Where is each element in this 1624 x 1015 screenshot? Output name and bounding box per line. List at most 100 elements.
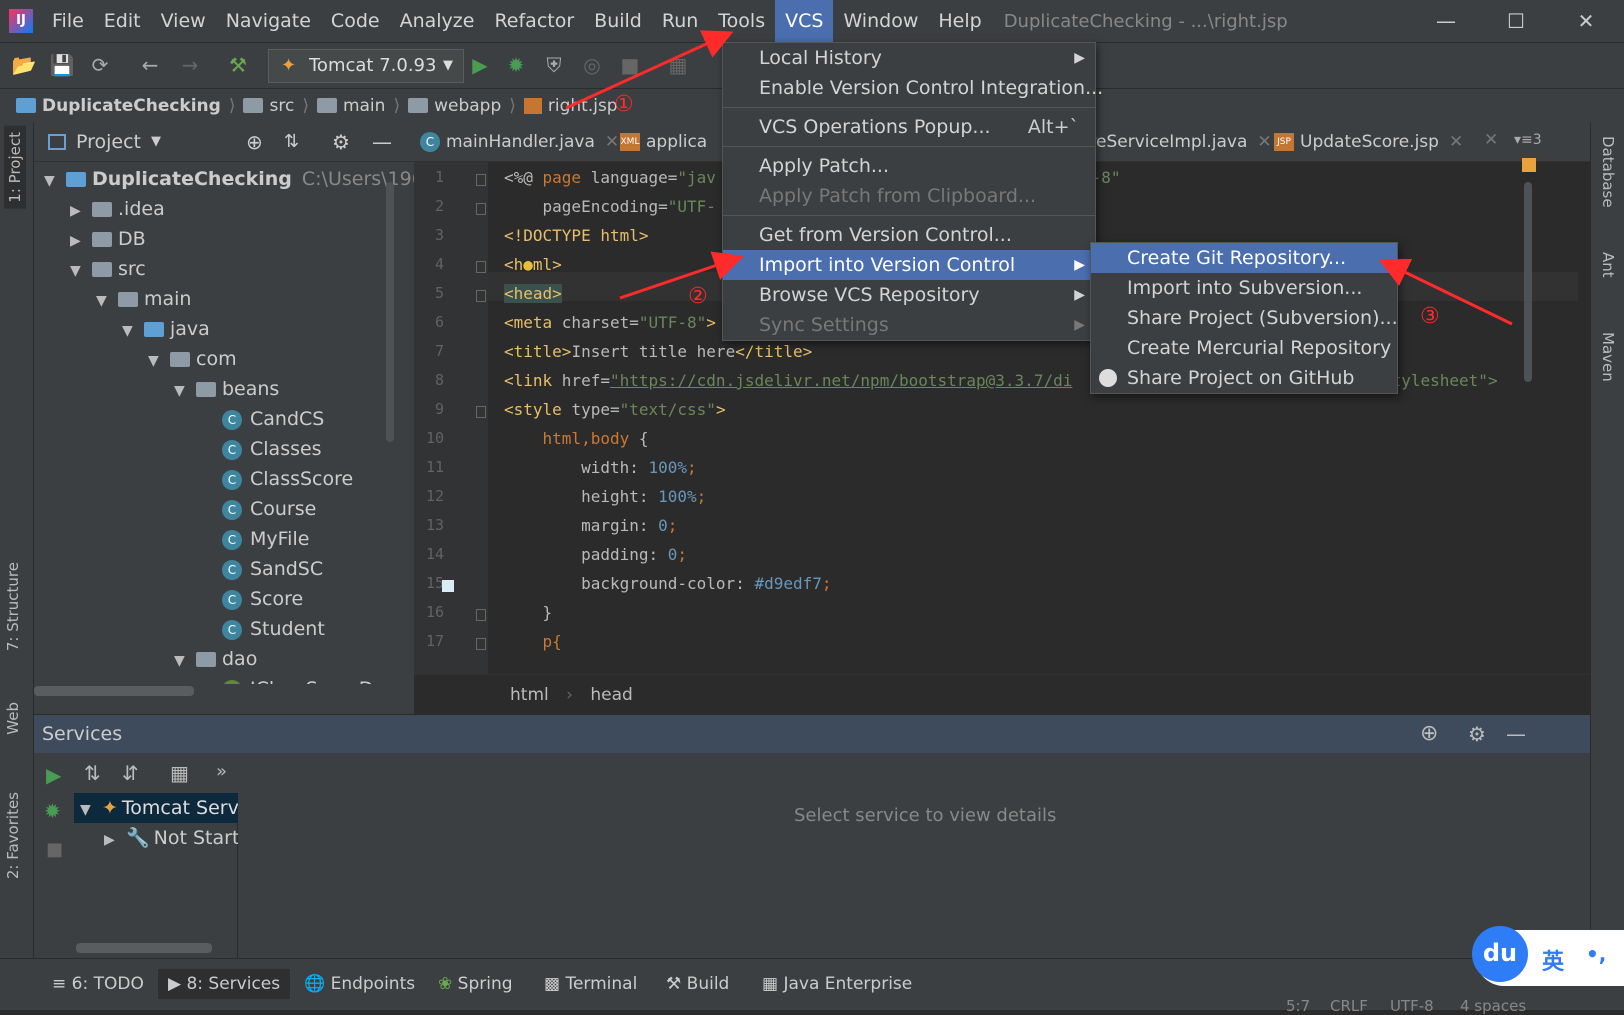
tree-item[interactable]: ▶ DB <box>70 224 146 254</box>
ime-language[interactable]: 英 <box>1542 944 1564 976</box>
more-icon[interactable]: » <box>216 761 227 782</box>
group-by-icon[interactable]: ▦ <box>170 761 189 785</box>
forward-icon[interactable]: → <box>176 51 204 79</box>
tree-item[interactable]: ▼ src <box>70 254 146 284</box>
fold-marker-icon[interactable] <box>476 261 486 273</box>
project-view-select[interactable]: Project <box>76 131 141 153</box>
breadcrumb-src[interactable]: src <box>243 96 294 116</box>
tab-build[interactable]: ⚒ Build <box>656 969 739 999</box>
build-hammer-icon[interactable]: ⚒ <box>224 51 252 79</box>
chevron-down-icon[interactable]: ▼ <box>174 646 196 676</box>
chevron-down-icon[interactable]: ▼ <box>96 286 118 316</box>
tab-structure-tool[interactable]: 7: Structure <box>4 562 22 651</box>
breadcrumb-file[interactable]: right.jsp <box>523 96 618 116</box>
breadcrumb-project[interactable]: DuplicateChecking <box>16 96 221 116</box>
tree-item[interactable]: ▶ .idea <box>70 194 165 224</box>
tree-item[interactable]: ▼ main <box>96 284 191 314</box>
tab-overflow-button[interactable]: ▾≡3 <box>1514 132 1542 148</box>
menu-refactor[interactable]: Refactor <box>484 0 584 42</box>
submenu-item-share-project-on-github[interactable]: Share Project on GitHub <box>1091 363 1397 393</box>
tree-item[interactable]: C SandSC <box>200 554 323 584</box>
close-tab-icon[interactable]: ✕ <box>1449 132 1463 152</box>
vcs-menu-item-import-into-version-control[interactable]: Import into Version Control ▶ <box>723 250 1095 280</box>
tree-item[interactable]: C Student <box>200 614 325 644</box>
ime-toolbar[interactable]: du 英 •, <box>1472 926 1624 986</box>
tab-services[interactable]: ▶ 8: Services <box>158 969 291 999</box>
vcs-menu-item-apply-patch[interactable]: Apply Patch... <box>723 151 1095 181</box>
open-folder-icon[interactable]: 📂 <box>10 51 38 79</box>
chevron-right-icon[interactable]: ▶ <box>70 226 92 256</box>
locate-icon[interactable]: ⊕ <box>246 130 263 154</box>
fold-marker-icon[interactable] <box>476 638 486 650</box>
tree-item[interactable]: ▼ com <box>148 344 237 374</box>
vertical-scrollbar[interactable] <box>386 182 394 442</box>
debug-icon[interactable]: ✹ <box>44 799 61 823</box>
tree-item[interactable]: ▼DuplicateCheckingC:\Users\19661\[ <box>44 164 414 194</box>
vcs-menu-item-enable-version-control-integration[interactable]: Enable Version Control Integration... <box>723 73 1103 103</box>
back-icon[interactable]: ← <box>136 51 164 79</box>
editor-scrollbar[interactable] <box>1524 182 1532 382</box>
tree-item[interactable]: C CandCS <box>200 404 324 434</box>
chevron-right-icon[interactable]: ▶ <box>70 196 92 226</box>
tree-item-not-started[interactable]: ▶ 🔧 Not Start <box>74 823 238 853</box>
tree-item[interactable]: ▼ beans <box>174 374 279 404</box>
vcs-menu-item-vcs-operations-popup[interactable]: VCS Operations Popup... Alt+` <box>723 112 1095 142</box>
submenu-item-share-project-subversion[interactable]: Share Project (Subversion)... <box>1091 303 1398 333</box>
vcs-menu-item-browse-vcs-repository[interactable]: Browse VCS Repository ▶ <box>723 280 1095 310</box>
tree-item[interactable]: C Course <box>200 494 316 524</box>
run-icon[interactable]: ▶ <box>466 51 494 79</box>
vcs-menu-item-local-history[interactable]: Local History ▶ <box>723 43 1095 73</box>
chevron-down-icon[interactable]: ▼ <box>174 376 196 406</box>
tree-item-tomcat-server[interactable]: ▼ ✦ Tomcat Serv <box>74 793 238 823</box>
editor-tab[interactable]: XML applica <box>614 122 707 162</box>
vcs-menu-item-apply-patch-from-clipboard[interactable]: Apply Patch from Clipboard... <box>723 181 1095 211</box>
hide-panel-icon[interactable]: — <box>1506 715 1526 753</box>
tab-java-enterprise[interactable]: ▦ Java Enterprise <box>752 969 922 999</box>
profile-icon[interactable]: ◎ <box>578 51 606 79</box>
tab-project-tool[interactable]: 1: Project <box>4 126 26 209</box>
run-configuration-select[interactable]: ✦ Tomcat 7.0.93 ▼ <box>268 49 464 83</box>
tab-spring[interactable]: ❀ Spring <box>428 969 523 999</box>
menu-vcs[interactable]: VCS <box>775 0 834 42</box>
status-line-separator[interactable]: CRLF <box>1330 997 1368 1015</box>
stop-icon[interactable]: ■ <box>46 839 63 860</box>
tree-item[interactable]: C Score <box>200 584 303 614</box>
menu-edit[interactable]: Edit <box>94 0 151 42</box>
menu-run[interactable]: Run <box>652 0 708 42</box>
status-caret[interactable]: 5:7 <box>1286 997 1310 1015</box>
sync-icon[interactable]: ⟳ <box>86 51 114 79</box>
chevron-down-icon[interactable]: ▼ <box>44 166 66 196</box>
add-service-icon[interactable]: ⊕ <box>1420 715 1438 753</box>
vcs-menu-item-sync-settings[interactable]: Sync Settings ▶ <box>723 310 1095 340</box>
tab-maven-tool[interactable]: Maven <box>1599 332 1617 382</box>
minimize-icon[interactable]: — <box>1416 0 1476 42</box>
hide-panel-icon[interactable]: — <box>372 130 392 154</box>
project-structure-icon[interactable]: ▦ <box>664 51 692 79</box>
tree-item[interactable]: C ClassScore <box>200 464 353 494</box>
debug-icon[interactable]: ✹ <box>502 51 530 79</box>
menu-tools[interactable]: Tools <box>708 0 775 42</box>
tab-database-tool[interactable]: Database <box>1599 136 1617 208</box>
collapse-all-icon[interactable]: ⇵ <box>122 761 139 785</box>
fold-marker-icon[interactable] <box>476 290 486 302</box>
tree-item[interactable]: IIClassScoreDao <box>200 674 397 684</box>
fold-marker-icon[interactable] <box>476 406 486 418</box>
close-window-icon[interactable]: ✕ <box>1556 0 1616 42</box>
tab-web-tool[interactable]: Web <box>4 702 22 735</box>
status-indent[interactable]: 4 spaces <box>1460 997 1526 1015</box>
vcs-menu-item-get-from-version-control[interactable]: Get from Version Control... <box>723 220 1095 250</box>
tree-item[interactable]: ▼ dao <box>174 644 257 674</box>
tree-item[interactable]: ▼ java <box>122 314 210 344</box>
menu-build[interactable]: Build <box>584 0 652 42</box>
chevron-down-icon[interactable]: ▼ <box>151 134 161 149</box>
menu-analyze[interactable]: Analyze <box>390 0 485 42</box>
save-icon[interactable]: 💾 <box>48 51 76 79</box>
tree-item[interactable]: C Classes <box>200 434 322 464</box>
menu-window[interactable]: Window <box>833 0 928 42</box>
chevron-down-icon[interactable]: ▼ <box>122 316 144 346</box>
breadcrumb-webapp[interactable]: webapp <box>408 96 501 116</box>
fold-marker-icon[interactable] <box>476 174 486 186</box>
menu-file[interactable]: File <box>42 0 94 42</box>
fold-marker-icon[interactable] <box>476 609 486 621</box>
gear-icon[interactable]: ⚙ <box>332 130 350 154</box>
